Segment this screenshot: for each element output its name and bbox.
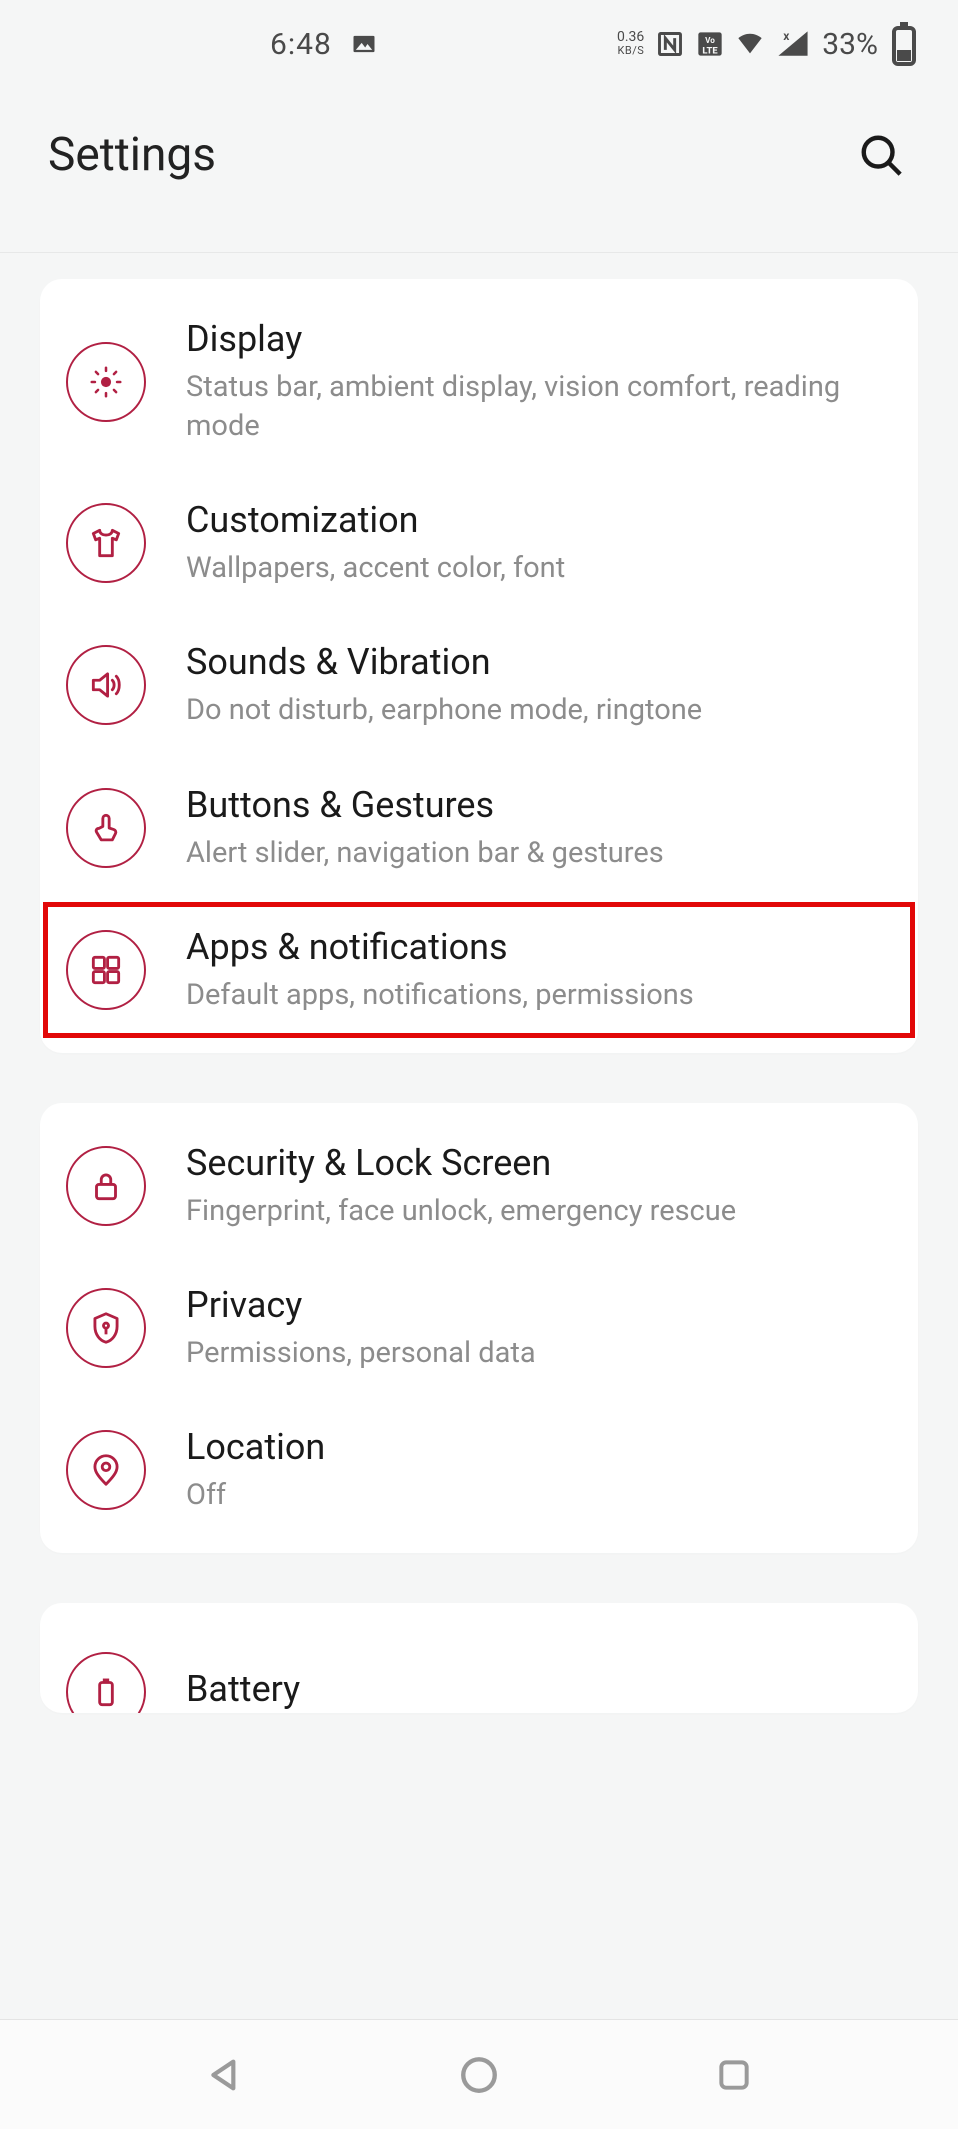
item-subtitle: Off <box>186 1476 884 1515</box>
status-bar: 6:48 0.36 KB/S VoLTE x 33% <box>0 0 958 88</box>
settings-item-security[interactable]: Security & Lock Screen Fingerprint, face… <box>40 1115 918 1257</box>
settings-group-1: Display Status bar, ambient display, vis… <box>40 279 918 1053</box>
settings-item-display[interactable]: Display Status bar, ambient display, vis… <box>40 291 918 472</box>
settings-item-buttons[interactable]: Buttons & Gestures Alert slider, navigat… <box>40 757 918 899</box>
wifi-icon <box>736 30 764 58</box>
recent-icon <box>715 2056 753 2094</box>
item-subtitle: Alert slider, navigation bar & gestures <box>186 834 884 873</box>
item-title: Display <box>186 317 884 362</box>
shield-key-icon <box>66 1288 146 1368</box>
back-icon <box>205 2055 245 2095</box>
item-subtitle: Status bar, ambient display, vision comf… <box>186 368 884 446</box>
settings-group-2: Security & Lock Screen Fingerprint, face… <box>40 1103 918 1553</box>
item-subtitle: Fingerprint, face unlock, emergency resc… <box>186 1192 884 1231</box>
touch-icon <box>66 788 146 868</box>
item-title: Sounds & Vibration <box>186 640 884 685</box>
page-title: Settings <box>48 128 216 182</box>
item-title: Security & Lock Screen <box>186 1141 884 1186</box>
picture-icon <box>350 30 378 58</box>
item-title: Location <box>186 1425 884 1470</box>
item-subtitle: Do not disturb, earphone mode, ringtone <box>186 691 884 730</box>
home-icon <box>458 2054 500 2096</box>
search-button[interactable] <box>854 128 908 182</box>
item-subtitle: Wallpapers, accent color, font <box>186 549 884 588</box>
item-subtitle: Permissions, personal data <box>186 1334 884 1373</box>
status-time: 6:48 <box>270 27 332 62</box>
settings-group-3: Battery <box>40 1603 918 1713</box>
nav-home-button[interactable] <box>449 2045 509 2105</box>
settings-item-privacy[interactable]: Privacy Permissions, personal data <box>40 1257 918 1399</box>
header: Settings <box>0 88 958 253</box>
shirt-icon <box>66 503 146 583</box>
settings-item-sounds[interactable]: Sounds & Vibration Do not disturb, earph… <box>40 614 918 756</box>
settings-item-apps[interactable]: Apps & notifications Default apps, notif… <box>40 899 918 1041</box>
svg-text:Vo: Vo <box>705 35 715 45</box>
battery-icon <box>890 30 918 58</box>
pin-icon <box>66 1430 146 1510</box>
svg-text:x: x <box>784 29 791 43</box>
settings-item-location[interactable]: Location Off <box>40 1399 918 1541</box>
navigation-bar <box>0 2019 958 2129</box>
item-title: Privacy <box>186 1283 884 1328</box>
settings-item-customization[interactable]: Customization Wallpapers, accent color, … <box>40 472 918 614</box>
item-title: Buttons & Gestures <box>186 783 884 828</box>
settings-item-battery[interactable]: Battery <box>40 1615 918 1713</box>
search-icon <box>858 132 904 178</box>
item-subtitle: Default apps, notifications, permissions <box>186 976 884 1015</box>
data-rate: 0.36 KB/S <box>617 30 644 58</box>
svg-text:LTE: LTE <box>703 45 719 56</box>
item-title: Battery <box>186 1667 884 1712</box>
item-title: Apps & notifications <box>186 925 884 970</box>
cell-signal-icon: x <box>776 30 810 58</box>
speaker-icon <box>66 645 146 725</box>
nav-back-button[interactable] <box>195 2045 255 2105</box>
sun-icon <box>66 342 146 422</box>
volte-icon: VoLTE <box>696 30 724 58</box>
nfc-icon <box>656 30 684 58</box>
nav-recent-button[interactable] <box>704 2045 764 2105</box>
battery-icon <box>66 1652 146 1713</box>
lock-icon <box>66 1146 146 1226</box>
item-title: Customization <box>186 498 884 543</box>
grid-icon <box>66 930 146 1010</box>
battery-percent: 33% <box>822 27 878 62</box>
